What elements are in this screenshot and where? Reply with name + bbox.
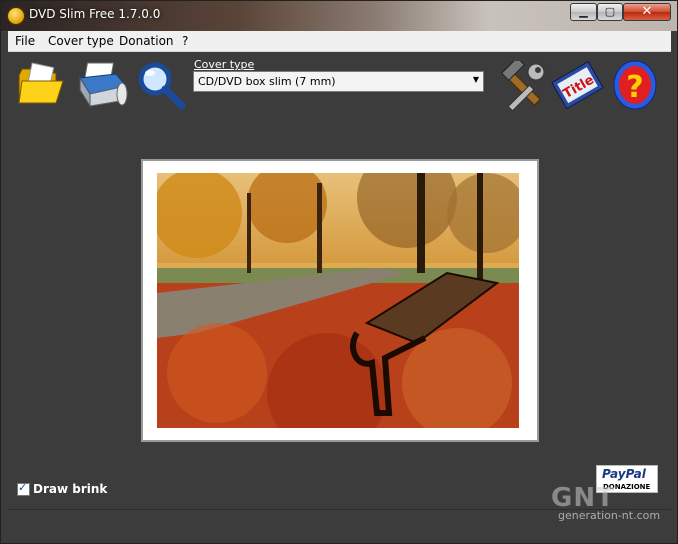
app-window: DVD Slim Free 1.7.0.0 ▁ ▢ ✕ File Cover t… bbox=[0, 0, 678, 544]
main-area: Cover type CD/DVD box slim (7 mm) ▼ Titl… bbox=[8, 52, 671, 509]
settings-tools-icon[interactable] bbox=[496, 61, 548, 111]
minimize-icon: ▁ bbox=[579, 5, 588, 18]
menu-donation[interactable]: Donation bbox=[119, 34, 174, 48]
paypal-logo: PayPal bbox=[602, 467, 646, 481]
cover-type-label: Cover type bbox=[194, 58, 255, 71]
cover-image bbox=[157, 173, 519, 428]
print-icon[interactable] bbox=[76, 60, 128, 108]
menu-cover-type[interactable]: Cover type bbox=[48, 34, 114, 48]
draw-brink-checkbox[interactable]: ✓ bbox=[17, 481, 30, 496]
window-title: DVD Slim Free 1.7.0.0 bbox=[29, 7, 161, 21]
maximize-icon: ▢ bbox=[604, 5, 616, 18]
title-bar[interactable]: DVD Slim Free 1.7.0.0 ▁ ▢ ✕ bbox=[1, 1, 677, 31]
menu-bar: File Cover type Donation ? bbox=[8, 31, 671, 52]
cover-type-value: CD/DVD box slim (7 mm) bbox=[198, 75, 336, 88]
menu-help[interactable]: ? bbox=[182, 34, 188, 48]
title-edit-icon[interactable]: Title bbox=[551, 58, 605, 113]
preview-magnifier-icon[interactable] bbox=[136, 60, 186, 110]
minimize-button[interactable]: ▁ bbox=[570, 3, 597, 21]
checkmark-icon: ✓ bbox=[18, 481, 28, 494]
draw-brink-label[interactable]: Draw brink bbox=[33, 482, 107, 496]
cover-type-select[interactable]: CD/DVD box slim (7 mm) ▼ bbox=[193, 71, 484, 92]
watermark-site: generation-nt.com bbox=[558, 509, 661, 522]
maximize-button[interactable]: ▢ bbox=[597, 3, 623, 21]
close-button[interactable]: ✕ bbox=[623, 3, 671, 21]
chevron-down-icon[interactable]: ▼ bbox=[473, 75, 479, 84]
menu-file[interactable]: File bbox=[15, 34, 35, 48]
open-folder-icon[interactable] bbox=[16, 61, 66, 106]
svg-text:?: ? bbox=[626, 70, 643, 105]
help-icon[interactable]: ? bbox=[612, 59, 658, 111]
close-icon: ✕ bbox=[641, 4, 653, 19]
app-icon[interactable] bbox=[8, 8, 24, 24]
cover-preview bbox=[141, 159, 539, 442]
